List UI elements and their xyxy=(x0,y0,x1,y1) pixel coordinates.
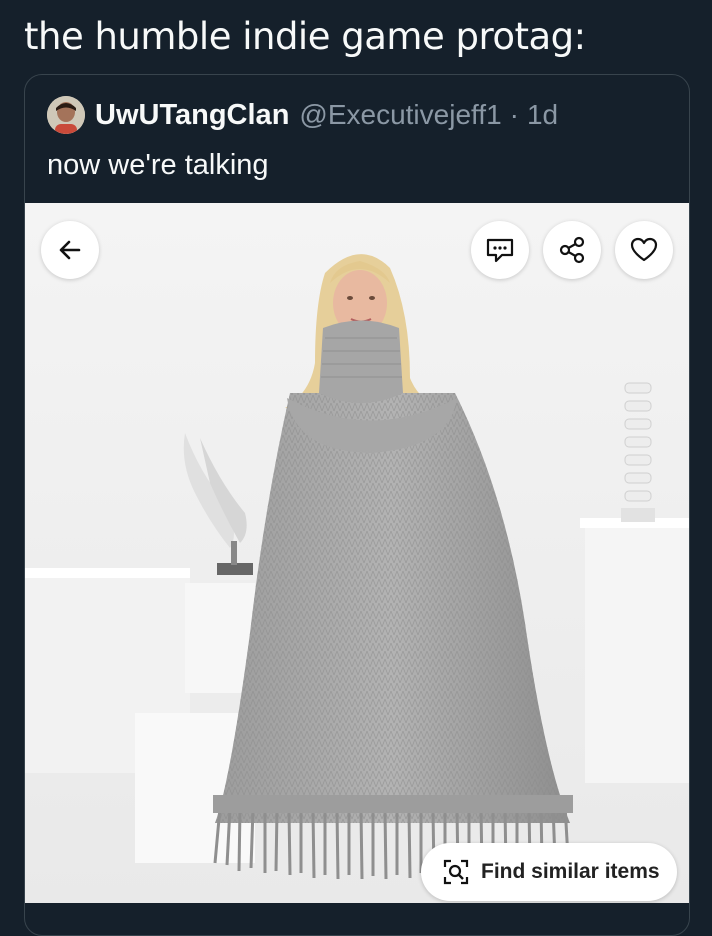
visual-search-icon xyxy=(443,859,469,885)
chat-bubble-icon xyxy=(486,238,514,263)
user-handle[interactable]: @Executivejeff1 xyxy=(299,99,501,131)
user-avatar[interactable] xyxy=(47,96,85,134)
post-caption: the humble indie game protag: xyxy=(24,15,586,58)
knit-poncho-photo xyxy=(25,203,689,903)
share-button[interactable] xyxy=(543,221,601,279)
display-name[interactable]: UwUTangClan xyxy=(95,99,289,132)
heart-icon xyxy=(630,237,658,262)
favorite-button[interactable] xyxy=(615,221,673,279)
quoted-tweet-card[interactable]: UwUTangClan @Executivejeff1 · 1d now we'… xyxy=(24,74,690,936)
back-button[interactable] xyxy=(41,221,99,279)
find-similar-button[interactable]: Find similar items xyxy=(421,843,677,901)
product-photo[interactable]: Find similar items xyxy=(25,203,689,903)
message-button[interactable] xyxy=(471,221,529,279)
quoted-tweet-text: now we're talking xyxy=(47,149,269,181)
arrow-left-icon xyxy=(59,240,81,260)
find-similar-label: Find similar items xyxy=(481,860,660,883)
share-icon xyxy=(559,236,585,264)
separator-dot: · xyxy=(509,99,519,130)
quoted-tweet-header: UwUTangClan @Executivejeff1 · 1d xyxy=(47,95,558,135)
timestamp[interactable]: 1d xyxy=(527,99,558,131)
